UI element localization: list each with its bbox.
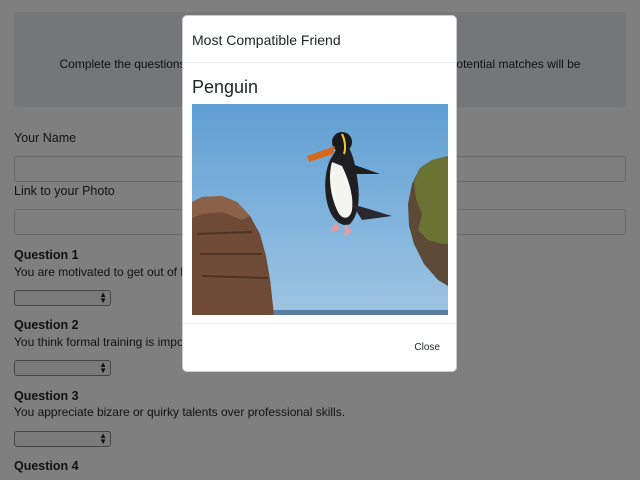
modal-footer: Close — [183, 323, 456, 371]
friend-name: Penguin — [192, 77, 259, 97]
modal-header: Most Compatible Friend — [183, 16, 456, 63]
close-button[interactable]: Close — [414, 342, 440, 353]
modal-body: Penguin — [183, 63, 456, 315]
modal-title: Most Compatible Friend — [192, 32, 341, 48]
friend-photo — [192, 104, 448, 315]
compatible-friend-modal: Most Compatible Friend Penguin Close — [182, 15, 457, 372]
